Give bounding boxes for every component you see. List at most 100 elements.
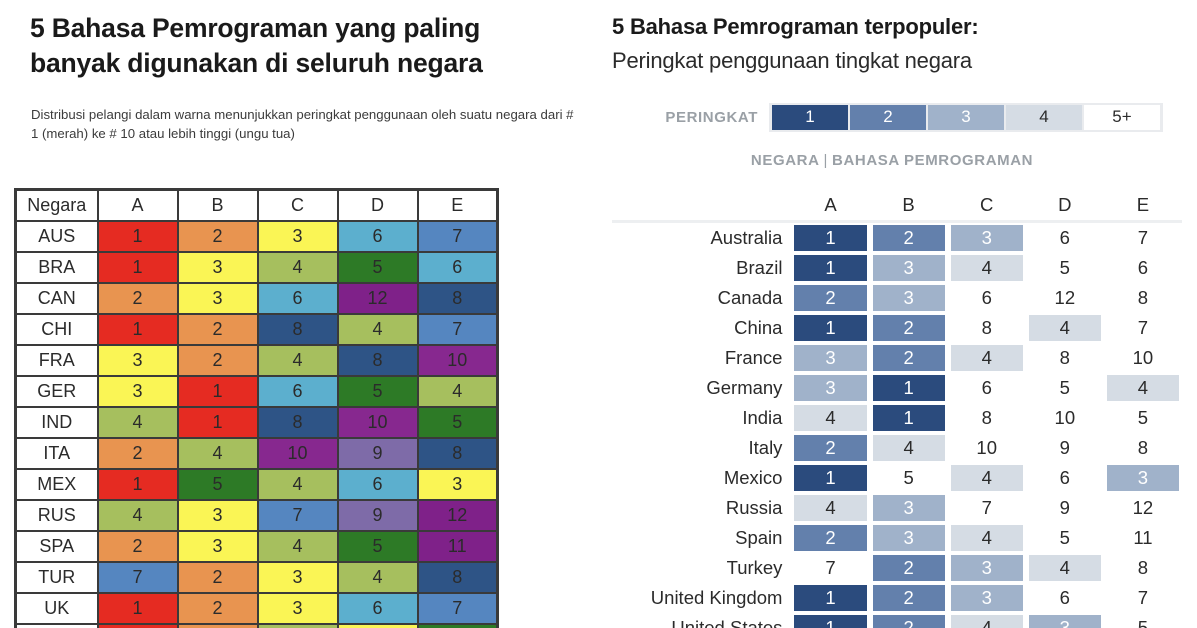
rainbow-cell: 3 — [176, 498, 259, 532]
table-row: AUS 1 2 3 6 7 — [14, 219, 499, 253]
rainbow-row-country: US — [14, 622, 99, 628]
rank-cell-swatch: 4 — [950, 525, 1023, 551]
rank-cell: 10 — [1104, 343, 1182, 373]
rainbow-cell: 6 — [336, 591, 419, 625]
rank-cell-swatch: 1 — [794, 255, 867, 281]
rainbow-cell: 3 — [176, 250, 259, 284]
rainbow-cell: 4 — [416, 374, 499, 408]
rank-cell-swatch: 10 — [1028, 405, 1101, 431]
table-row: Germany 3 1 6 5 4 — [612, 373, 1182, 403]
rank-cell: 4 — [1026, 313, 1104, 343]
rank-cell-swatch: 3 — [872, 525, 945, 551]
rainbow-cell: 4 — [256, 622, 339, 628]
rank-cell: 5 — [1026, 523, 1104, 553]
rainbow-row-country: MEX — [14, 467, 99, 501]
rank-cell-swatch: 3 — [950, 555, 1023, 581]
rainbow-col-header-d: D — [336, 188, 419, 222]
rainbow-cell: 1 — [96, 467, 179, 501]
rainbow-cell: 9 — [336, 436, 419, 470]
rank-cell: 8 — [1104, 433, 1182, 463]
rank-cell-swatch: 1 — [872, 405, 945, 431]
rainbow-row-country: CAN — [14, 281, 99, 315]
rainbow-cell: 1 — [176, 405, 259, 439]
rank-cell: 3 — [1104, 463, 1182, 493]
rank-col-header-b: B — [869, 190, 948, 220]
rainbow-cell: 4 — [336, 312, 419, 346]
rank-cell-swatch: 11 — [1106, 525, 1179, 551]
rank-cell: 1 — [791, 463, 869, 493]
rank-cell: 4 — [791, 493, 869, 523]
rank-cell-swatch: 3 — [872, 495, 945, 521]
rank-cell-swatch: 4 — [950, 345, 1023, 371]
rank-cell: 8 — [1104, 553, 1182, 583]
rainbow-col-header-e: E — [416, 188, 499, 222]
rank-cell-swatch: 5 — [1028, 525, 1101, 551]
rank-col-header-c: C — [947, 190, 1026, 220]
rank-legend-item: 2 — [850, 104, 926, 130]
rank-cell: 10 — [948, 433, 1026, 463]
rank-cell: 6 — [1104, 253, 1182, 283]
rainbow-cell: 8 — [416, 436, 499, 470]
left-subtitle: Distribusi pelangi dalam warna menunjukk… — [31, 107, 574, 141]
rank-cell-swatch: 6 — [1106, 255, 1179, 281]
rank-cell: 1 — [870, 403, 948, 433]
rainbow-cell: 8 — [256, 312, 339, 346]
rainbow-row-country: AUS — [14, 219, 99, 253]
rainbow-cell: 7 — [96, 560, 179, 594]
table-row: Australia 1 2 3 6 7 — [612, 223, 1182, 253]
rainbow-cell: 10 — [416, 343, 499, 377]
rank-cell: 12 — [1104, 493, 1182, 523]
rainbow-cell: 2 — [176, 591, 259, 625]
rainbow-cell: 1 — [96, 591, 179, 625]
rank-cell-swatch: 6 — [950, 285, 1023, 311]
rank-cell-swatch: 4 — [950, 255, 1023, 281]
rank-cell-swatch: 8 — [1106, 555, 1179, 581]
rank-cell-swatch: 1 — [794, 615, 867, 628]
rank-cell: 9 — [1026, 493, 1104, 523]
table-row: France 3 2 4 8 10 — [612, 343, 1182, 373]
right-panel: 5 Bahasa Pemrograman terpopuler: Peringk… — [597, 0, 1197, 628]
rainbow-cell: 9 — [336, 498, 419, 532]
table-row: United Kingdom 1 2 3 6 7 — [612, 583, 1182, 613]
table-row: US12435 — [14, 622, 499, 628]
rank-cell: 8 — [948, 313, 1026, 343]
rainbow-cell: 4 — [256, 250, 339, 284]
table-row: United States 1 2 4 3 5 — [612, 613, 1182, 628]
rank-cell-swatch: 2 — [872, 585, 945, 611]
rank-cell: 4 — [948, 343, 1026, 373]
rank-cell: 4 — [948, 463, 1026, 493]
table-row: CHI 1 2 8 4 7 — [14, 312, 499, 346]
rank-col-header-d: D — [1025, 190, 1104, 220]
rainbow-cell: 2 — [176, 560, 259, 594]
rank-cell-swatch: 2 — [794, 435, 867, 461]
rank-cell: 2 — [791, 433, 869, 463]
rank-cell-swatch: 9 — [1028, 495, 1101, 521]
axis-heading: NEGARA | BAHASA PEMROGRAMAN — [612, 152, 1172, 169]
rank-cell-swatch: 1 — [794, 225, 867, 251]
rank-cell: 7 — [1104, 583, 1182, 613]
rank-cell: 12 — [1026, 283, 1104, 313]
rank-cell-swatch: 2 — [872, 315, 945, 341]
rainbow-cell: 8 — [416, 281, 499, 315]
rank-cell-swatch: 2 — [872, 225, 945, 251]
rainbow-cell: 7 — [416, 312, 499, 346]
rank-cell: 1 — [791, 253, 869, 283]
rainbow-col-header-c: C — [256, 188, 339, 222]
rainbow-cell: 3 — [256, 560, 339, 594]
table-row: Italy 2 4 10 9 8 — [612, 433, 1182, 463]
table-row: TUR 7 2 3 4 8 — [14, 560, 499, 594]
rainbow-cell: 3 — [256, 591, 339, 625]
rainbow-cell: 6 — [336, 219, 419, 253]
rainbow-cell: 3 — [96, 374, 179, 408]
rainbow-cell: 2 — [176, 343, 259, 377]
rank-cell-swatch: 10 — [1106, 345, 1179, 371]
rank-cell-swatch: 3 — [950, 585, 1023, 611]
rainbow-cell: 5 — [336, 250, 419, 284]
rank-cell: 2 — [870, 223, 948, 253]
rank-row-country: China — [612, 313, 792, 343]
table-row: UK 1 2 3 6 7 — [14, 591, 499, 625]
rank-cell: 5 — [1104, 613, 1182, 628]
rank-cell-swatch: 7 — [950, 495, 1023, 521]
rank-cell: 4 — [870, 433, 948, 463]
rainbow-cell: 2 — [96, 529, 179, 563]
